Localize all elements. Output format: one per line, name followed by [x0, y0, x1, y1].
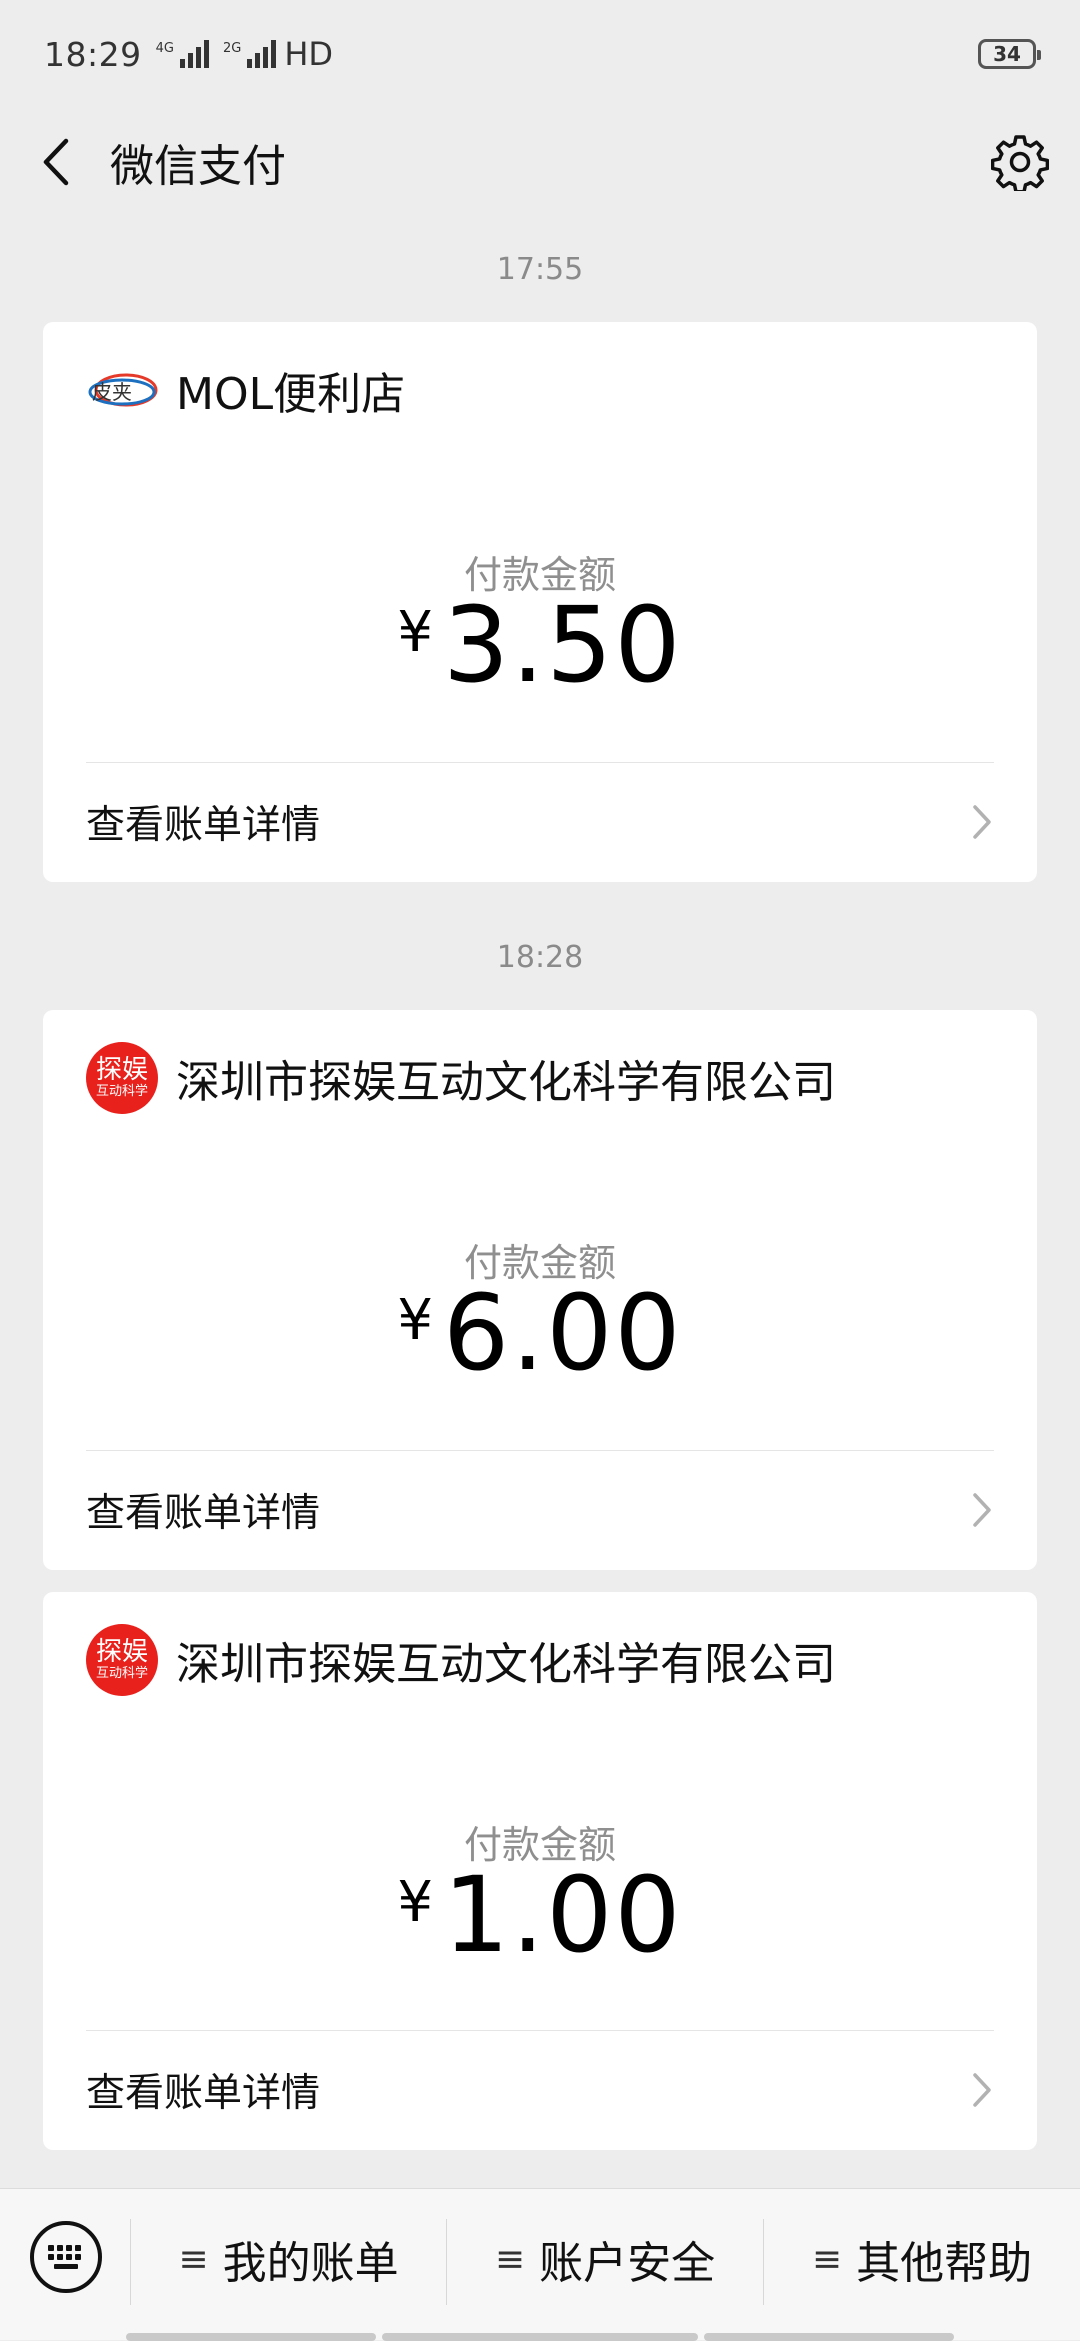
merchant-logo: 探娱 互动科学	[86, 1042, 158, 1114]
payment-card[interactable]: 探娱 互动科学 深圳市探娱互动文化科学有限公司 付款金额 ¥1.00 查看账单详…	[43, 1592, 1037, 2150]
bottom-menu-bar: ≡ 我的账单 ≡ 账户安全 ≡ 其他帮助	[0, 2188, 1080, 2341]
menu-list-icon: ≡	[494, 2238, 526, 2280]
gear-icon	[991, 135, 1049, 191]
settings-button[interactable]	[960, 108, 1080, 216]
chevron-right-icon	[973, 1493, 991, 1527]
merchant-logo: 探娱 互动科学	[86, 1624, 158, 1696]
status-time: 18:29	[44, 34, 142, 74]
currency-symbol: ¥	[397, 1288, 434, 1353]
logo-text-line1: 探娱	[95, 1637, 148, 1667]
amount-number: 3.50	[443, 584, 683, 706]
menu-list-icon: ≡	[811, 2238, 843, 2280]
amount-number: 1.00	[443, 1854, 683, 1976]
signal-4g: 4G	[156, 40, 209, 68]
page-title: 微信支付	[110, 141, 286, 192]
signal-2g: 2G	[222, 40, 277, 68]
currency-symbol: ¥	[397, 600, 434, 665]
chevron-right-icon	[973, 2073, 991, 2107]
merchant-logo: 皮夹	[86, 354, 158, 426]
signal-bars-icon	[179, 40, 209, 68]
menu-list-icon: ≡	[178, 2238, 209, 2280]
signal-bars-icon	[247, 40, 277, 68]
chevron-right-icon	[973, 805, 991, 839]
payment-card[interactable]: 探娱 互动科学 深圳市探娱互动文化科学有限公司 付款金额 ¥6.00 查看账单详…	[43, 1010, 1037, 1570]
amount-value: ¥6.00	[43, 1272, 1037, 1394]
merchant-name: MOL便利店	[176, 369, 406, 420]
view-bill-details-label: 查看账单详情	[86, 2071, 321, 2116]
logo-text-line1: 探娱	[95, 1055, 148, 1085]
battery-level: 34	[993, 42, 1021, 66]
view-bill-details-row[interactable]: 查看账单详情	[43, 2030, 1037, 2150]
hd-indicator: HD	[284, 35, 334, 73]
message-timestamp: 18:28	[496, 940, 584, 975]
nav-bar: 微信支付	[0, 108, 1080, 216]
network-label-2g: 2G	[222, 41, 242, 56]
merchant-header: 探娱 互动科学 深圳市探娱互动文化科学有限公司	[86, 1620, 836, 1700]
view-bill-details-label: 查看账单详情	[86, 803, 321, 848]
keyboard-toggle-button[interactable]	[28, 2219, 104, 2295]
menu-my-bills[interactable]: ≡ 我的账单	[131, 2189, 446, 2329]
menu-item-label: 账户安全	[539, 2238, 716, 2289]
status-bar: 18:29 4G 2G HD 34	[0, 0, 1080, 108]
back-arrow-icon	[43, 138, 69, 186]
merchant-header: 皮夹 MOL便利店	[86, 350, 405, 430]
amount-value: ¥1.00	[43, 1854, 1037, 1976]
payment-card[interactable]: 皮夹 MOL便利店 付款金额 ¥3.50 查看账单详情	[43, 322, 1037, 882]
merchant-name: 深圳市探娱互动文化科学有限公司	[176, 1639, 836, 1690]
mol-logo-icon: 皮夹	[88, 373, 158, 407]
view-bill-details-row[interactable]: 查看账单详情	[43, 1450, 1037, 1570]
logo-text-line2: 互动科学	[95, 1084, 148, 1099]
svg-text:皮夹: 皮夹	[92, 380, 132, 404]
merchant-header: 探娱 互动科学 深圳市探娱互动文化科学有限公司	[86, 1038, 836, 1118]
view-bill-details-label: 查看账单详情	[86, 1491, 321, 1536]
merchant-name: 深圳市探娱互动文化科学有限公司	[176, 1057, 836, 1108]
menu-item-label: 我的账单	[222, 2238, 399, 2289]
battery-icon: 34	[978, 39, 1041, 69]
message-timestamp: 17:55	[496, 252, 584, 287]
logo-text-line2: 互动科学	[95, 1666, 148, 1681]
menu-other-help[interactable]: ≡ 其他帮助	[764, 2189, 1080, 2329]
keyboard-icon	[30, 2221, 102, 2293]
view-bill-details-row[interactable]: 查看账单详情	[43, 762, 1037, 882]
back-button[interactable]	[0, 108, 110, 216]
network-label-4g: 4G	[155, 41, 174, 56]
menu-item-label: 其他帮助	[856, 2238, 1033, 2289]
currency-symbol: ¥	[397, 1870, 434, 1935]
menu-account-security[interactable]: ≡ 账户安全	[447, 2189, 763, 2329]
amount-value: ¥3.50	[43, 584, 1037, 706]
amount-number: 6.00	[443, 1272, 683, 1394]
